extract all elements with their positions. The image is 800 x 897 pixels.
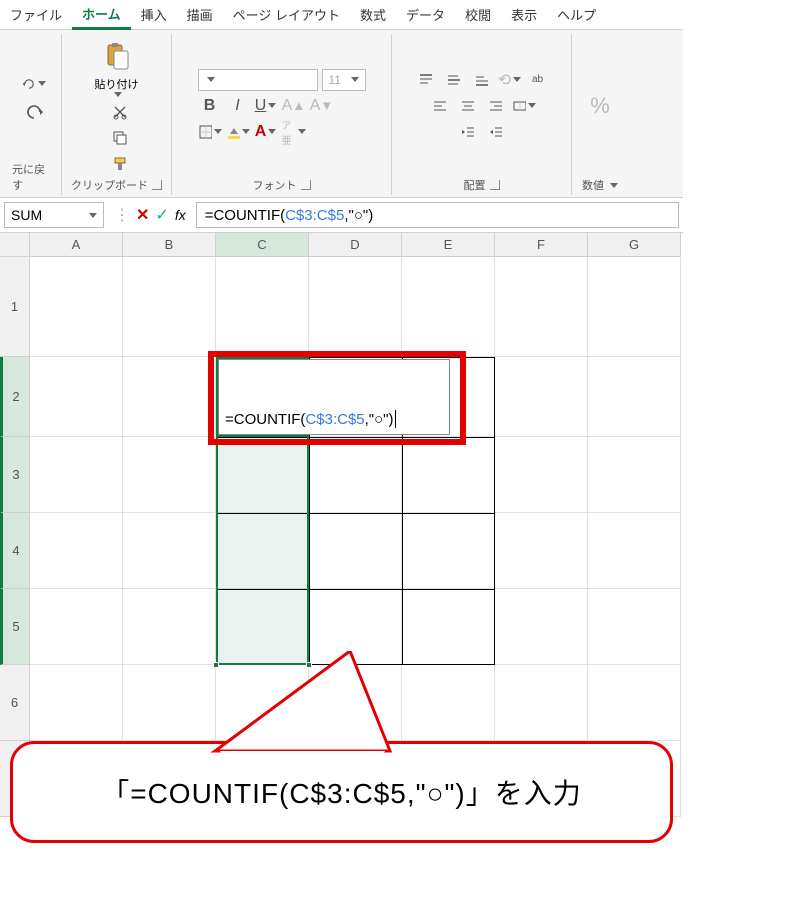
increase-font-button[interactable]: A▲ [282, 95, 306, 117]
menu-data[interactable]: データ [396, 1, 455, 28]
decrease-font-button[interactable]: A▼ [310, 95, 334, 117]
menu-insert[interactable]: 挿入 [131, 1, 177, 28]
clipboard-launcher[interactable] [152, 180, 162, 190]
row-header[interactable]: 5 [0, 589, 30, 665]
row-header[interactable]: 3 [0, 437, 30, 513]
fx-button[interactable]: fx [175, 207, 186, 223]
menu-formulas[interactable]: 数式 [350, 1, 396, 28]
formula-enter-button[interactable]: ✓ [155, 205, 168, 225]
annotation-callout: 「=COUNTIF(C$3:C$5,"○")」を入力 [10, 741, 673, 843]
align-left-button[interactable] [428, 95, 452, 117]
font-group-label: フォント [253, 177, 297, 193]
menu-review[interactable]: 校閲 [455, 1, 501, 28]
italic-button[interactable]: I [226, 95, 250, 117]
col-header[interactable]: A [30, 233, 123, 257]
align-top-button[interactable] [414, 69, 438, 91]
decrease-indent-button[interactable] [456, 121, 480, 143]
select-all-corner[interactable] [0, 233, 30, 257]
percent-style-button[interactable]: % [580, 86, 620, 126]
row-header[interactable]: 4 [0, 513, 30, 589]
paste-button[interactable] [97, 36, 137, 76]
format-painter-button[interactable] [108, 153, 132, 175]
wrap-text-button[interactable]: ab [526, 69, 550, 91]
redo-button[interactable] [22, 101, 46, 123]
paste-label: 貼り付け [95, 76, 139, 92]
align-right-button[interactable] [484, 95, 508, 117]
formula-bar-input[interactable]: =COUNTIF(C$3:C$5,"○") [196, 202, 679, 228]
sep-icon: ⋮ [114, 205, 130, 225]
align-group-label: 配置 [464, 177, 486, 193]
row-header[interactable]: 1 [0, 257, 30, 357]
underline-button[interactable]: U [254, 95, 278, 117]
cell-edit-overlay[interactable]: =COUNTIF(C$3:C$5,"○") [218, 359, 450, 435]
font-size-select[interactable]: 11 [322, 69, 366, 91]
phonetic-button[interactable]: ア亜 [282, 121, 306, 143]
merge-button[interactable] [512, 95, 536, 117]
col-header[interactable]: B [123, 233, 216, 257]
increase-indent-button[interactable] [484, 121, 508, 143]
col-header[interactable]: C [216, 233, 309, 257]
worksheet-grid[interactable]: A B C D E F G 1 2 3 4 5 6 7 =COUNTIF(C$3… [0, 233, 683, 817]
col-header[interactable]: E [402, 233, 495, 257]
col-header[interactable]: G [588, 233, 681, 257]
font-name-select[interactable] [198, 69, 318, 91]
number-group-label: 数値 [582, 177, 604, 193]
row-header[interactable]: 6 [0, 665, 30, 741]
font-launcher[interactable] [301, 180, 311, 190]
align-center-button[interactable] [456, 95, 480, 117]
menu-view[interactable]: 表示 [501, 1, 547, 28]
formula-bar-row: SUM ⋮ ✕ ✓ fx =COUNTIF(C$3:C$5,"○") [0, 197, 683, 233]
menu-draw[interactable]: 描画 [177, 1, 223, 28]
ribbon: 元に戻す 貼り付け [0, 30, 683, 197]
name-box[interactable]: SUM [4, 202, 104, 228]
orientation-button[interactable]: ⟲ [498, 69, 522, 91]
bold-button[interactable]: B [198, 95, 222, 117]
menu-file[interactable]: ファイル [0, 1, 72, 28]
col-header[interactable]: F [495, 233, 588, 257]
align-bottom-button[interactable] [470, 69, 494, 91]
undo-button[interactable] [22, 73, 46, 95]
callout-pointer-icon [210, 651, 410, 761]
align-launcher[interactable] [490, 180, 500, 190]
font-color-button[interactable]: A [254, 121, 278, 143]
copy-button[interactable] [108, 127, 132, 149]
clipboard-group-label: クリップボード [71, 177, 148, 193]
formula-cancel-button[interactable]: ✕ [136, 205, 149, 225]
undo-group-label: 元に戻す [12, 161, 55, 193]
fill-color-button[interactable] [226, 121, 250, 143]
menu-home[interactable]: ホーム [72, 0, 131, 30]
row-header[interactable]: 2 [0, 357, 30, 437]
col-header[interactable]: D [309, 233, 402, 257]
menu-bar: ファイル ホーム 挿入 描画 ページ レイアウト 数式 データ 校閲 表示 ヘル… [0, 0, 683, 30]
cut-button[interactable] [108, 101, 132, 123]
menu-help[interactable]: ヘルプ [547, 1, 606, 28]
menu-page-layout[interactable]: ページ レイアウト [223, 1, 350, 28]
align-middle-button[interactable] [442, 69, 466, 91]
border-button[interactable] [198, 121, 222, 143]
